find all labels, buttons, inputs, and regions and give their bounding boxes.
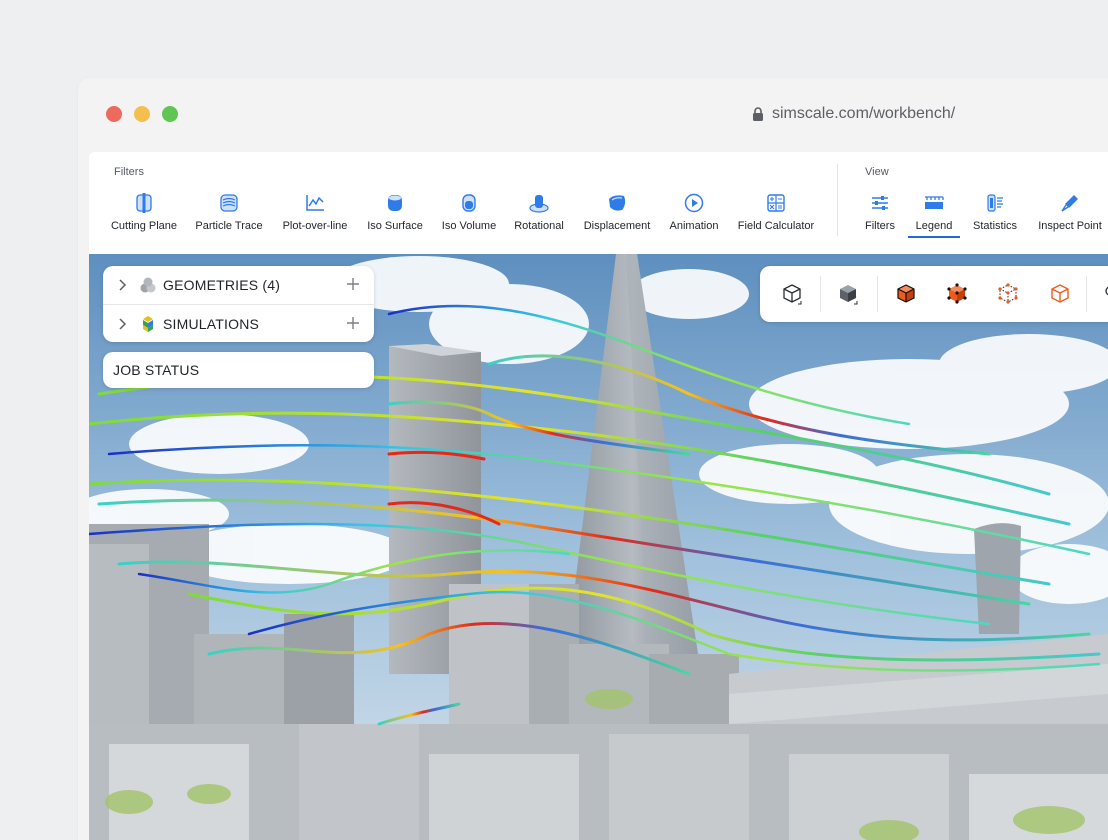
plot-over-line-icon (304, 192, 326, 214)
add-simulation-icon[interactable] (346, 316, 360, 335)
cutting-plane-label: Cutting Plane (110, 220, 178, 232)
cutting-plane-icon (133, 192, 155, 214)
add-geometry-icon[interactable] (346, 277, 360, 296)
wireframe-view-icon[interactable] (781, 282, 805, 306)
filters-sliders-icon (869, 192, 891, 214)
tree-panel: GEOMETRIES (4) SIMULATIONS (103, 266, 374, 342)
post-processor-toolbar: Filters View Cutting Plane Particle Trac… (89, 152, 1108, 254)
more-view-options-icon[interactable] (1100, 282, 1108, 306)
particle-trace-label: Particle Trace (195, 220, 263, 232)
particle-trace-icon (218, 192, 240, 214)
plot-over-line-label: Plot-over-line (282, 220, 348, 232)
inspect-point-label: Inspect Point (1038, 220, 1102, 232)
iso-volume-button[interactable]: Iso Volume (441, 192, 497, 232)
rotational-label: Rotational (514, 220, 564, 232)
legend-active-indicator (908, 236, 960, 238)
simulations-label: SIMULATIONS (163, 316, 260, 332)
particle-trace-button[interactable]: Particle Trace (195, 192, 263, 232)
chevron-right-icon[interactable] (117, 278, 127, 297)
view-separator (1086, 276, 1087, 312)
geometries-icon (139, 276, 157, 299)
cutting-plane-button[interactable]: Cutting Plane (110, 192, 178, 232)
view-separator (877, 276, 878, 312)
job-status-label: JOB STATUS (113, 362, 200, 378)
job-status-panel[interactable]: JOB STATUS (103, 352, 374, 388)
geometries-label: GEOMETRIES (4) (163, 277, 281, 293)
lock-icon (752, 107, 764, 121)
surface-points-view-icon[interactable] (945, 282, 969, 306)
url-text: simscale.com/workbench/ (772, 105, 956, 122)
statistics-label: Statistics (973, 220, 1018, 232)
field-calculator-label: Field Calculator (737, 220, 815, 232)
iso-surface-button[interactable]: Iso Surface (367, 192, 423, 232)
maximize-window-button[interactable] (162, 106, 178, 122)
view-filters-button[interactable]: Filters (865, 192, 895, 232)
view-separator (820, 276, 821, 312)
iso-surface-label: Iso Surface (367, 220, 423, 232)
animation-label: Animation (669, 220, 719, 232)
close-window-button[interactable] (106, 106, 122, 122)
toolbar-divider (837, 164, 838, 236)
rotational-icon (528, 192, 550, 214)
simulations-row[interactable]: SIMULATIONS (103, 304, 374, 343)
workbench-app: Filters View Cutting Plane Particle Trac… (89, 152, 1108, 840)
browser-window: simscale.com/workbench/ Filters View Cut… (78, 78, 1108, 840)
address-bar[interactable]: simscale.com/workbench/ (752, 104, 955, 124)
iso-volume-label: Iso Volume (441, 220, 497, 232)
animation-icon (683, 192, 705, 214)
solid-view-icon[interactable] (837, 282, 861, 306)
inspect-point-button[interactable]: Inspect Point (1038, 192, 1102, 232)
inspect-point-icon (1059, 192, 1081, 214)
view-group-label: View (865, 166, 889, 178)
minimize-window-button[interactable] (134, 106, 150, 122)
displacement-label: Displacement (583, 220, 651, 232)
statistics-icon (984, 192, 1006, 214)
chevron-right-icon[interactable] (117, 317, 127, 336)
view-mode-toolbar (760, 266, 1108, 322)
rotational-button[interactable]: Rotational (514, 192, 564, 232)
3d-viewport[interactable]: GEOMETRIES (4) SIMULATIONS JOB STATUS (89, 254, 1108, 840)
iso-volume-icon (458, 192, 480, 214)
outline-orange-view-icon[interactable] (1048, 282, 1072, 306)
points-view-icon[interactable] (996, 282, 1020, 306)
surface-edges-view-icon[interactable] (894, 282, 918, 306)
field-calculator-button[interactable]: Field Calculator (737, 192, 815, 232)
iso-surface-icon (384, 192, 406, 214)
filters-group-label: Filters (114, 166, 144, 178)
legend-label: Legend (915, 220, 953, 232)
legend-icon (923, 192, 945, 214)
view-filters-label: Filters (865, 220, 895, 232)
plot-over-line-button[interactable]: Plot-over-line (283, 192, 347, 232)
legend-button[interactable]: Legend (916, 192, 952, 232)
geometries-row[interactable]: GEOMETRIES (4) (103, 266, 374, 304)
displacement-icon (606, 192, 628, 214)
statistics-button[interactable]: Statistics (973, 192, 1017, 232)
simulations-icon (139, 315, 157, 338)
field-calculator-icon (765, 192, 787, 214)
animation-button[interactable]: Animation (669, 192, 719, 232)
displacement-button[interactable]: Displacement (583, 192, 651, 232)
